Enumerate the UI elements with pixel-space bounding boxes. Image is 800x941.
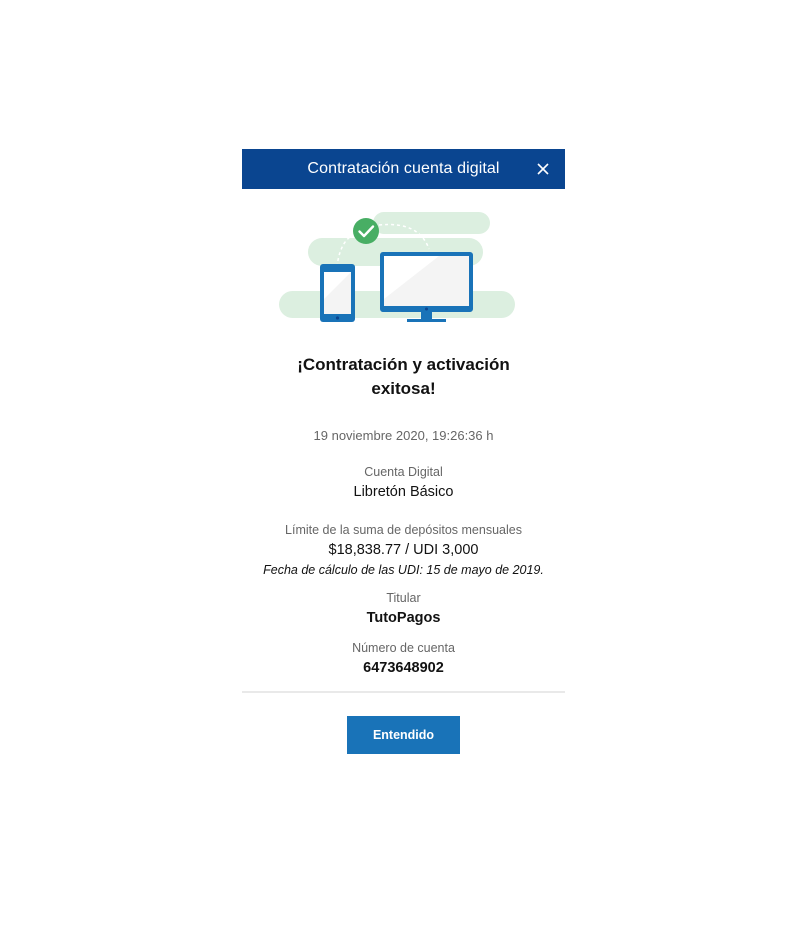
tablet-icon: [319, 264, 355, 322]
account-type-value: Libretón Básico: [353, 484, 454, 500]
success-illustration: [278, 212, 515, 322]
deposit-limit-label: Límite de la suma de depósitos mensuales: [285, 523, 522, 537]
account-number-value: 6473648902: [363, 660, 444, 676]
close-button[interactable]: [533, 159, 553, 179]
account-type-field: Cuenta Digital Libretón Básico: [242, 464, 565, 502]
monitor-icon: [379, 252, 473, 322]
account-number-label: Número de cuenta: [352, 641, 455, 655]
success-title: ¡Contratación y activación exitosa!: [297, 355, 510, 398]
actions: Entendido: [242, 716, 565, 754]
holder-value: TutoPagos: [366, 610, 441, 626]
success-modal: Contratación cuenta digital ¡Contratació…: [242, 149, 565, 754]
operation-timestamp: 19 noviembre 2020, 19:26:36 h: [313, 428, 494, 443]
deposit-limit-value: $18,838.77 / UDI 3,000: [328, 542, 479, 558]
holder-field: Titular TutoPagos: [242, 590, 565, 628]
check-circle-icon: [352, 218, 379, 244]
account-type-label: Cuenta Digital: [364, 465, 443, 479]
entendido-button[interactable]: Entendido: [347, 716, 460, 754]
close-icon: [537, 163, 549, 175]
modal-header: Contratación cuenta digital: [242, 149, 565, 189]
holder-label: Titular: [386, 591, 421, 605]
udi-date-note: Fecha de cálculo de las UDI: 15 de mayo …: [263, 563, 544, 577]
divider: [242, 691, 565, 693]
account-number-field: Número de cuenta 6473648902: [242, 640, 565, 678]
deposit-limit-field: Límite de la suma de depósitos mensuales…: [242, 522, 565, 577]
modal-title: Contratación cuenta digital: [307, 160, 500, 177]
